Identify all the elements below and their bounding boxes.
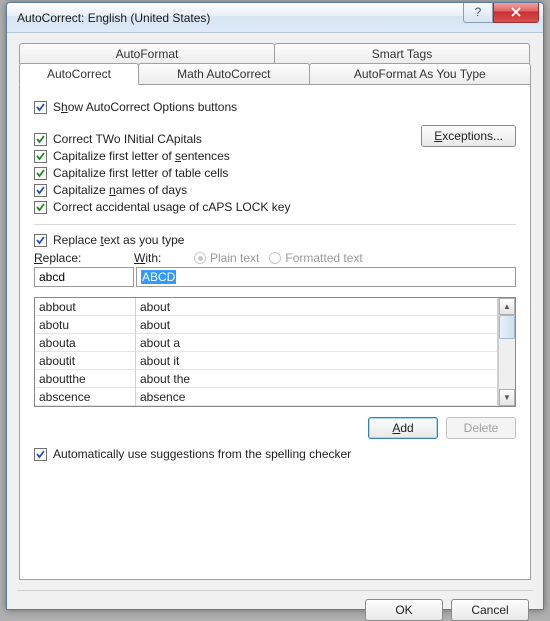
label-names-of-days: Capitalize names of days <box>53 183 187 197</box>
label-show-options: Show AutoCorrect Options buttons <box>53 100 237 114</box>
scrollbar[interactable]: ▲ ▼ <box>498 298 515 406</box>
close-button[interactable] <box>493 3 539 23</box>
tab-autocorrect[interactable]: AutoCorrect <box>19 63 139 85</box>
scroll-up-icon[interactable]: ▲ <box>499 298 515 315</box>
cell-to: absence <box>136 388 498 406</box>
checkbox-caps-lock[interactable] <box>34 201 47 214</box>
checkbox-two-initial-caps[interactable] <box>34 133 47 146</box>
separator <box>34 224 516 225</box>
cell-to: about <box>136 298 498 316</box>
checkbox-table-cells[interactable] <box>34 167 47 180</box>
client-area: AutoFormat Smart Tags AutoCorrect Math A… <box>7 33 543 609</box>
checkbox-first-sentence[interactable] <box>34 150 47 163</box>
label-first-sentence: Capitalize first letter of sentences <box>53 149 230 163</box>
label-spelling-suggestions: Automatically use suggestions from the s… <box>53 447 351 461</box>
label-formatted-text: Formatted text <box>285 251 362 265</box>
tab-math-autocorrect[interactable]: Math AutoCorrect <box>138 63 310 84</box>
label-two-initial-caps: Correct TWo INitial CApitals <box>53 132 202 146</box>
table-row[interactable]: abboutabout <box>35 298 498 316</box>
with-input[interactable]: ABCD <box>136 267 516 287</box>
table-row[interactable]: abouttheabout the <box>35 370 498 388</box>
cell-to: about it <box>136 352 498 370</box>
autocorrect-dialog: AutoCorrect: English (United States) ? A… <box>6 2 544 610</box>
cell-to: about a <box>136 334 498 352</box>
tab-autoformat[interactable]: AutoFormat <box>19 43 275 64</box>
exceptions-button[interactable]: EExceptions...xceptions... <box>421 125 516 147</box>
cell-from: aboutthe <box>35 370 136 388</box>
radio-formatted-text <box>269 252 281 264</box>
label-replace-as-type: Replace text as you type <box>53 233 184 247</box>
window-buttons: ? <box>463 3 543 23</box>
scroll-thumb[interactable] <box>499 315 515 339</box>
cell-to: about the <box>136 370 498 388</box>
help-button[interactable]: ? <box>463 3 493 23</box>
label-caps-lock: Correct accidental usage of cAPS LOCK ke… <box>53 200 290 214</box>
cell-from: abouta <box>35 334 136 352</box>
checkbox-show-options[interactable] <box>34 101 47 114</box>
scroll-track[interactable] <box>499 315 515 389</box>
titlebar[interactable]: AutoCorrect: English (United States) ? <box>7 3 543 33</box>
window-title: AutoCorrect: English (United States) <box>17 11 463 25</box>
label-with: With: <box>134 251 184 265</box>
cell-to: about <box>136 316 498 334</box>
table-row[interactable]: abotuabout <box>35 316 498 334</box>
checkbox-replace-as-type[interactable] <box>34 234 47 247</box>
table-row[interactable]: aboutitabout it <box>35 352 498 370</box>
replace-input[interactable]: abcd <box>34 267 134 287</box>
replacement-list[interactable]: abboutaboutabotuaboutaboutaabout aabouti… <box>34 297 516 407</box>
autocorrect-panel: Show AutoCorrect Options buttons Correct… <box>19 84 531 580</box>
tab-autoformat-as-you-type[interactable]: AutoFormat As You Type <box>309 63 531 84</box>
checkbox-names-of-days[interactable] <box>34 184 47 197</box>
table-row[interactable]: aboutaabout a <box>35 334 498 352</box>
delete-button: Delete <box>446 417 516 439</box>
radio-plain-text <box>194 252 206 264</box>
label-plain-text: Plain text <box>210 251 259 265</box>
tab-smart-tags[interactable]: Smart Tags <box>274 43 530 64</box>
cancel-button[interactable]: Cancel <box>451 599 529 621</box>
cell-from: abotu <box>35 316 136 334</box>
add-button[interactable]: AddAdd <box>368 417 438 439</box>
label-table-cells: Capitalize first letter of table cells <box>53 166 228 180</box>
scroll-down-icon[interactable]: ▼ <box>499 389 515 406</box>
label-replace: Replace: <box>34 251 134 265</box>
checkbox-spelling-suggestions[interactable] <box>34 448 47 461</box>
tab-control: AutoFormat Smart Tags AutoCorrect Math A… <box>19 43 531 580</box>
footer-separator <box>17 590 533 591</box>
ok-button[interactable]: OK <box>365 599 443 621</box>
table-row[interactable]: abscenceabsence <box>35 388 498 406</box>
cell-from: aboutit <box>35 352 136 370</box>
cell-from: abscence <box>35 388 136 406</box>
cell-from: abbout <box>35 298 136 316</box>
close-icon <box>510 7 522 17</box>
